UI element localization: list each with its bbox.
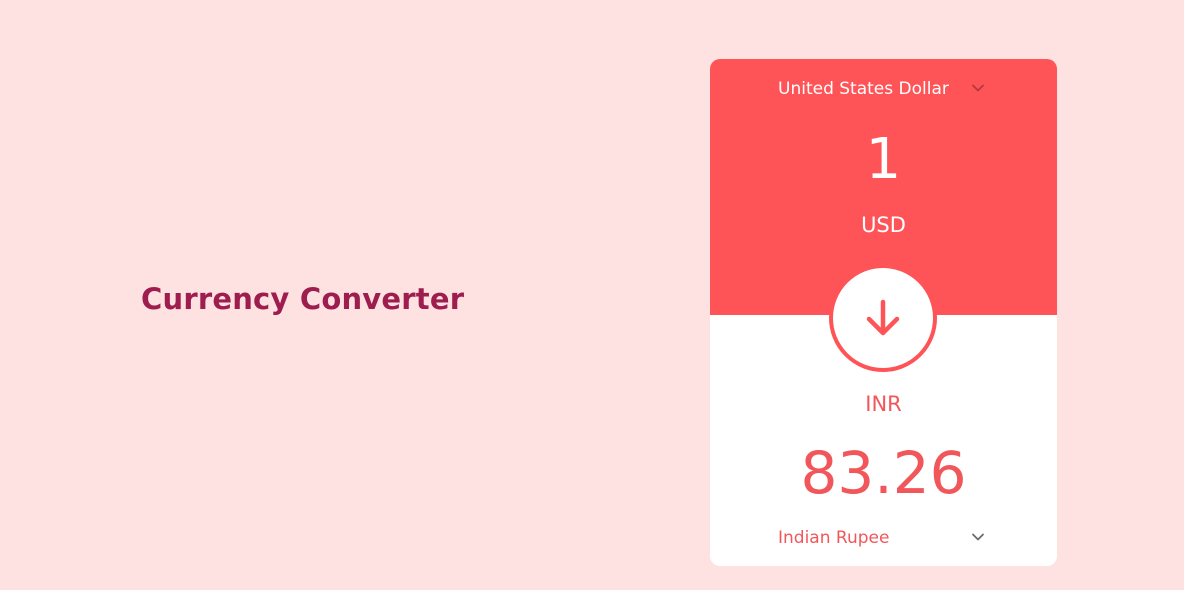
page: Currency Converter United States Dollar … bbox=[0, 0, 1184, 590]
from-currency-code: USD bbox=[861, 213, 906, 237]
app-title: Currency Converter bbox=[141, 282, 465, 316]
to-currency-name: Indian Rupee bbox=[778, 528, 890, 548]
to-amount: 83.26 bbox=[800, 439, 967, 507]
arrow-down-icon bbox=[866, 299, 900, 336]
from-currency-select[interactable]: United States Dollar bbox=[710, 77, 1057, 101]
from-amount[interactable]: 1 bbox=[710, 125, 1057, 195]
to-currency-code: INR bbox=[865, 392, 902, 416]
converter-card: United States Dollar 1 USD INR 83.26 Ind… bbox=[710, 59, 1057, 566]
chevron-down-icon[interactable] bbox=[971, 80, 985, 94]
from-currency-name: United States Dollar bbox=[778, 79, 949, 99]
chevron-down-icon[interactable] bbox=[971, 529, 985, 543]
to-currency-select[interactable]: Indian Rupee bbox=[710, 526, 1057, 550]
swap-button[interactable] bbox=[829, 264, 937, 372]
